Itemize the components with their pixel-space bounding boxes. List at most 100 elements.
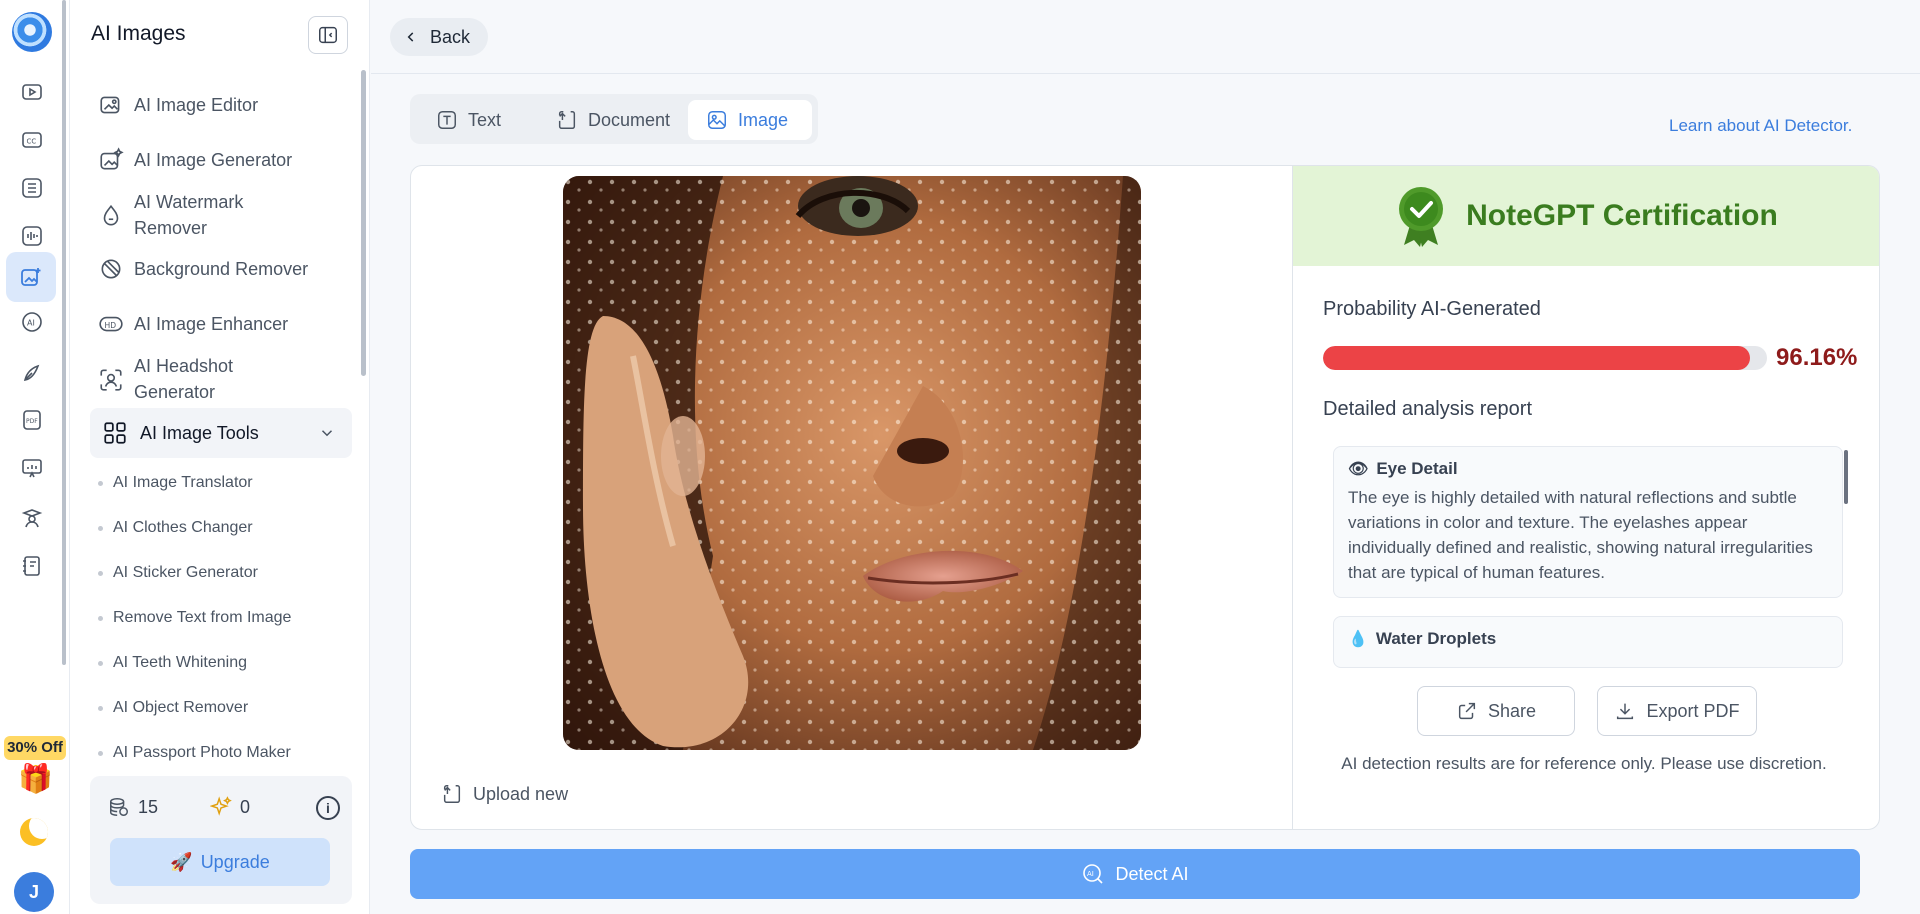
coin-count: 15 [138, 796, 159, 817]
sparkle-icon [210, 796, 232, 816]
rocket-icon: 🚀 [170, 851, 193, 872]
headshot-icon [100, 369, 122, 391]
sidebar-subitem[interactable]: AI Passport Photo Maker [98, 744, 291, 762]
sidebar-subitem[interactable]: AI Object Remover [98, 699, 248, 717]
tab-text[interactable]: Text [418, 100, 519, 140]
video-icon[interactable] [16, 76, 48, 108]
probability-bar [1323, 346, 1767, 370]
detector-tabs: Text Document Image [410, 94, 818, 144]
app-rail: CC AI PDF 30% Off 🎁 J [0, 0, 70, 914]
sidebar-title: AI Images [91, 22, 186, 45]
sidebar-item-background-remover[interactable]: Background Remover [98, 256, 348, 282]
image-icon [708, 111, 726, 129]
tab-label: Text [468, 109, 502, 130]
probability-label: Probability AI-Generated [1323, 298, 1541, 320]
share-icon [1458, 702, 1476, 720]
document-upload-icon [558, 111, 576, 129]
download-icon [1617, 703, 1634, 720]
sidebar-subitem[interactable]: Remove Text from Image [98, 609, 291, 627]
sidebar-item-ai-image-enhancer[interactable]: HD AI Image Enhancer [98, 311, 348, 337]
panel-collapse-icon [319, 26, 337, 44]
probability-value: 96.16% [1776, 344, 1858, 371]
pen-icon[interactable] [16, 356, 48, 388]
image-edit-icon [100, 96, 120, 114]
ai-icon[interactable]: AI [16, 306, 48, 338]
cc-icon[interactable]: CC [16, 124, 48, 156]
svg-text:AI: AI [27, 319, 35, 328]
watermark-icon [103, 204, 119, 226]
sidebar-item-ai-headshot-generator[interactable]: AI Headshot Generator [98, 353, 348, 405]
certification-title: NoteGPT Certification [1466, 199, 1778, 232]
sidebar-subitem[interactable]: AI Sticker Generator [98, 564, 258, 582]
spark-count: 0 [240, 796, 251, 817]
sidebar-subitem-label: AI Teeth Whitening [113, 654, 248, 671]
avatar[interactable]: J [14, 872, 54, 912]
sidebar-item-ai-watermark-remover[interactable]: AI Watermark Remover [98, 189, 348, 241]
share-button[interactable]: Share [1417, 686, 1575, 736]
image-edit-icon[interactable] [6, 252, 56, 302]
certification-badge-icon [1399, 187, 1444, 247]
sidebar-item-label: AI Watermark Remover [134, 192, 244, 238]
hd-icon: HD [99, 316, 123, 332]
promo-badge[interactable]: 30% Off [4, 736, 66, 760]
audio-icon[interactable] [16, 220, 48, 252]
rail-scrollbar[interactable] [62, 0, 66, 665]
sidebar-item-label: Background Remover [134, 259, 309, 279]
svg-text:HD: HD [105, 321, 117, 330]
droplet-icon: 💧 [1348, 631, 1368, 648]
upgrade-button[interactable]: 🚀 Upgrade [110, 838, 330, 886]
pdf-icon[interactable]: PDF [16, 404, 48, 436]
gift-icon[interactable]: 🎁 [18, 762, 53, 795]
report-scrollbar[interactable] [1844, 450, 1848, 504]
sidebar-item-ai-image-editor[interactable]: AI Image Editor [98, 92, 348, 118]
upgrade-label: Upgrade [200, 851, 270, 872]
ai-search-icon: AI [1083, 864, 1104, 884]
sidebar-scrollbar[interactable] [361, 70, 366, 376]
sidebar-collapse-button[interactable] [308, 16, 348, 54]
report-card-text: The eye is highly detailed with natural … [1348, 488, 1813, 582]
dark-mode-toggle[interactable] [20, 818, 48, 846]
svg-text:PDF: PDF [26, 418, 38, 425]
back-button[interactable]: Back [390, 18, 488, 56]
sidebar: AI Images AI Image Editor AI Image Gener… [70, 0, 370, 914]
uploaded-photo [563, 176, 1141, 750]
sidebar-item-label: AI Image Generator [134, 150, 293, 170]
spark-balance: 0 [210, 796, 250, 818]
list-icon[interactable] [16, 172, 48, 204]
credits-panel: 15 0 i 🚀 Upgrade [90, 776, 352, 904]
sidebar-subitem[interactable]: AI Clothes Changer [98, 519, 253, 537]
chevron-down-icon [321, 430, 333, 437]
grid-icon [104, 422, 126, 444]
report-card-title: Water Droplets [1375, 629, 1497, 648]
upload-icon [443, 785, 461, 803]
sidebar-group-ai-image-tools[interactable]: AI Image Tools [90, 408, 352, 458]
share-label: Share [1487, 700, 1537, 721]
presentation-icon[interactable] [16, 452, 48, 484]
svg-text:AI: AI [1087, 870, 1094, 878]
sidebar-item-ai-image-generator[interactable]: AI Image Generator [98, 147, 348, 173]
disclaimer-text: AI detection results are for reference o… [1341, 754, 1827, 773]
coin-balance: 15 [108, 796, 158, 818]
upload-new-button[interactable]: Upload new [441, 783, 568, 805]
tab-document[interactable]: Document [538, 100, 688, 140]
sidebar-subitem[interactable]: AI Teeth Whitening [98, 654, 247, 672]
back-label: Back [430, 26, 471, 47]
teacher-icon[interactable] [16, 502, 48, 534]
notebook-icon[interactable] [16, 550, 48, 582]
sidebar-subitem-label: AI Object Remover [113, 699, 249, 716]
report-card-eye-detail: 👁 Eye Detail The eye is highly detailed … [1333, 446, 1843, 598]
sidebar-subitem-label: AI Sticker Generator [113, 564, 258, 581]
tab-image[interactable]: Image [688, 100, 812, 140]
top-bar: Back [371, 0, 1920, 74]
detect-ai-button[interactable]: AI Detect AI [410, 849, 1860, 899]
sidebar-item-label: AI Headshot Generator [134, 356, 234, 402]
info-icon[interactable]: i [316, 796, 340, 820]
svg-text:CC: CC [27, 138, 37, 146]
app-logo-icon[interactable] [12, 12, 52, 52]
certification-banner: NoteGPT Certification [1293, 166, 1879, 266]
chevron-left-icon [407, 32, 414, 42]
learn-about-link[interactable]: Learn about AI Detector. [1669, 116, 1852, 136]
sidebar-subitem[interactable]: AI Image Translator [98, 474, 253, 492]
export-pdf-button[interactable]: Export PDF [1597, 686, 1757, 736]
analysis-report-list[interactable]: 👁 Eye Detail The eye is highly detailed … [1323, 446, 1853, 668]
